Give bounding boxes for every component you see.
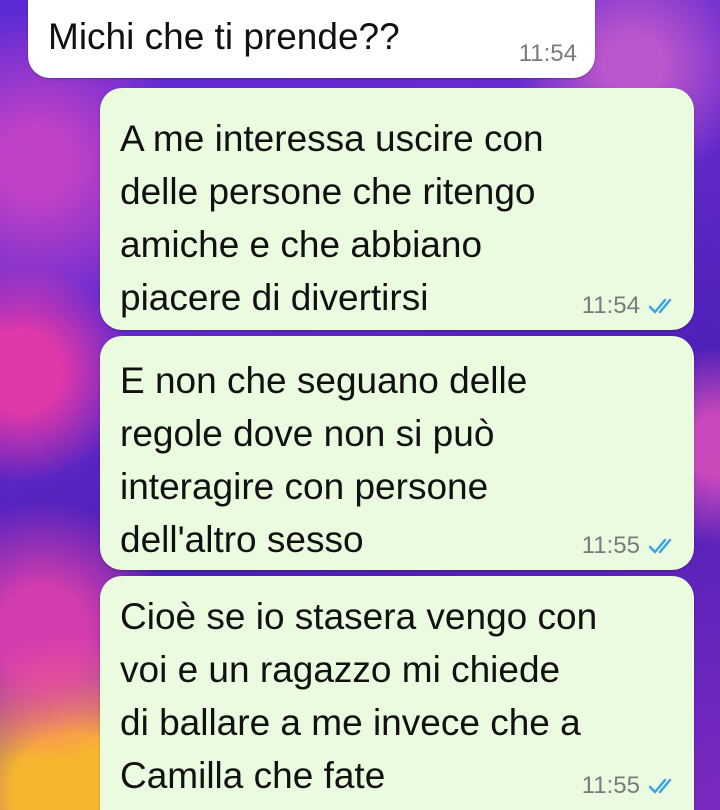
message-meta: 11:54	[582, 292, 678, 320]
message-bubble-incoming[interactable]: Michi che ti prende?? 11:54	[28, 0, 595, 78]
double-check-icon	[648, 538, 672, 554]
message-bubble-outgoing[interactable]: A me interessa uscire con delle persone …	[100, 88, 694, 330]
message-meta: 11:54	[519, 40, 577, 68]
message-time: 11:55	[581, 772, 640, 799]
double-check-icon	[648, 778, 672, 794]
message-text: A me interessa uscire con delle persone …	[120, 118, 544, 318]
message-bubble-outgoing[interactable]: Cioè se io stasera vengo con voi e un ra…	[100, 576, 694, 810]
message-text: Cioè se io stasera vengo con voi e un ra…	[120, 596, 598, 796]
message-meta: 11:55	[582, 772, 678, 800]
message-time: 11:55	[581, 532, 640, 559]
message-text: Michi che ti prende??	[48, 16, 400, 57]
message-meta: 11:55	[582, 532, 678, 560]
message-time: 11:54	[518, 40, 577, 67]
message-time: 11:54	[581, 292, 640, 319]
double-check-icon	[648, 298, 672, 314]
message-text: E non che seguano delle regole dove non …	[120, 360, 528, 560]
message-bubble-outgoing[interactable]: E non che seguano delle regole dove non …	[100, 336, 694, 570]
